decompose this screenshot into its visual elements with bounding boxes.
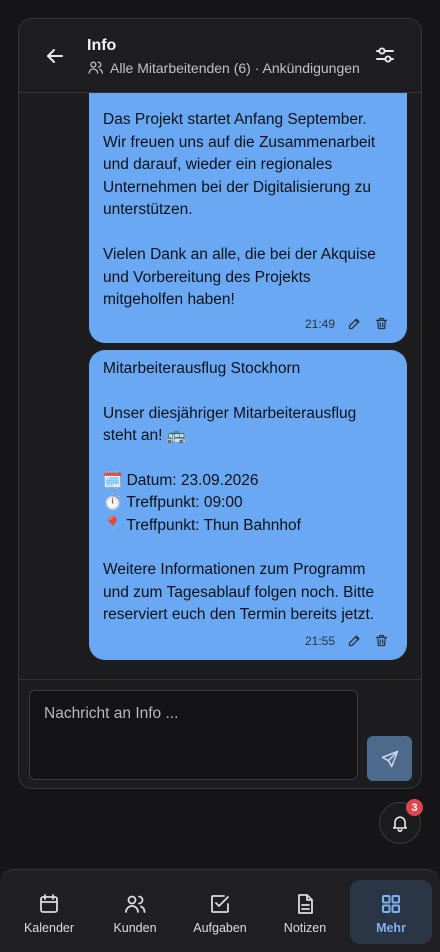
arrow-left-icon xyxy=(47,49,63,63)
message-date-line: 🗓️ Datum: 23.09.2026 xyxy=(103,470,393,493)
message-meta: 21:55 xyxy=(305,630,389,653)
edit-icon[interactable] xyxy=(347,633,362,648)
send-button[interactable] xyxy=(367,736,412,781)
message-time: 21:55 xyxy=(304,633,335,648)
users-icon xyxy=(88,61,103,74)
message-list[interactable]: Das Projekt startet Anfang September. Wi… xyxy=(19,93,421,679)
grid-icon xyxy=(382,895,400,913)
nav-label: Kunden xyxy=(113,921,157,935)
trash-icon[interactable] xyxy=(374,633,389,648)
chat-header: Info Alle Mitarbeitenden (6) · Ankündigu… xyxy=(19,19,421,93)
message-text: Das Projekt startet Anfang September. Wi… xyxy=(103,111,376,308)
message-date-text: Datum: 23.09.2026 xyxy=(126,471,259,489)
nav-label: Aufgaben xyxy=(193,921,247,935)
nav-item-kunden[interactable]: Kunden xyxy=(94,880,176,944)
calendar-icon xyxy=(40,894,58,913)
notification-count-badge: 3 xyxy=(406,799,423,816)
document-icon xyxy=(298,894,313,914)
message-place-line: 📍 Treffpunkt: Thun Bahnhof xyxy=(103,515,393,538)
users-icon xyxy=(125,895,146,913)
bottom-navigation: Kalender Kunden Aufgaben Notizen Mehr xyxy=(0,869,440,952)
trash-icon[interactable] xyxy=(374,316,389,331)
nav-item-notizen[interactable]: Notizen xyxy=(264,880,346,944)
message-bubble: Mitarbeiterausflug Stockhorn Unser diesj… xyxy=(89,350,407,660)
nav-label: Mehr xyxy=(376,921,406,935)
chat-subtitle: Alle Mitarbeitenden (6) · Ankündigungen xyxy=(87,59,377,76)
message-intro: Unser diesjähriger Mitarbeiterausflug st… xyxy=(103,404,357,445)
bell-icon xyxy=(392,816,408,833)
message-time: 21:49 xyxy=(304,316,335,331)
edit-icon[interactable] xyxy=(347,316,362,331)
message-bubble: Das Projekt startet Anfang September. Wi… xyxy=(89,93,407,343)
message-outro: Weitere Informationen zum Programm und z… xyxy=(103,561,375,623)
chat-subtitle-text: Alle Mitarbeitenden (6) · Ankündigungen xyxy=(110,59,360,76)
back-button[interactable] xyxy=(43,44,67,68)
message-place-text: Treffpunkt: Thun Bahnhof xyxy=(126,516,301,534)
pin-emoji-icon: 📍 xyxy=(103,516,127,534)
nav-label: Notizen xyxy=(283,921,327,935)
nav-item-aufgaben[interactable]: Aufgaben xyxy=(179,880,261,944)
sliders-icon xyxy=(376,47,394,63)
message-title: Mitarbeiterausflug Stockhorn xyxy=(103,360,301,377)
nav-item-mehr[interactable]: Mehr xyxy=(350,880,432,944)
nav-label: Kalender xyxy=(23,921,75,935)
stopwatch-emoji-icon: ⏱️ xyxy=(103,494,127,511)
chat-panel: Info Alle Mitarbeitenden (6) · Ankündigu… xyxy=(18,18,422,789)
message-time-line: ⏱️ Treffpunkt: 09:00 xyxy=(103,492,393,515)
filter-button[interactable] xyxy=(373,43,397,67)
message-input[interactable] xyxy=(29,690,358,780)
send-icon xyxy=(381,750,398,767)
chat-title: Info xyxy=(87,37,117,54)
message-time-text: Treffpunkt: 09:00 xyxy=(126,494,243,511)
calendar-emoji-icon: 🗓️ xyxy=(103,471,127,489)
message-composer xyxy=(19,679,421,788)
checkbox-icon xyxy=(211,895,229,913)
message-meta: 21:49 xyxy=(305,313,389,336)
nav-item-kalender[interactable]: Kalender xyxy=(8,880,90,944)
